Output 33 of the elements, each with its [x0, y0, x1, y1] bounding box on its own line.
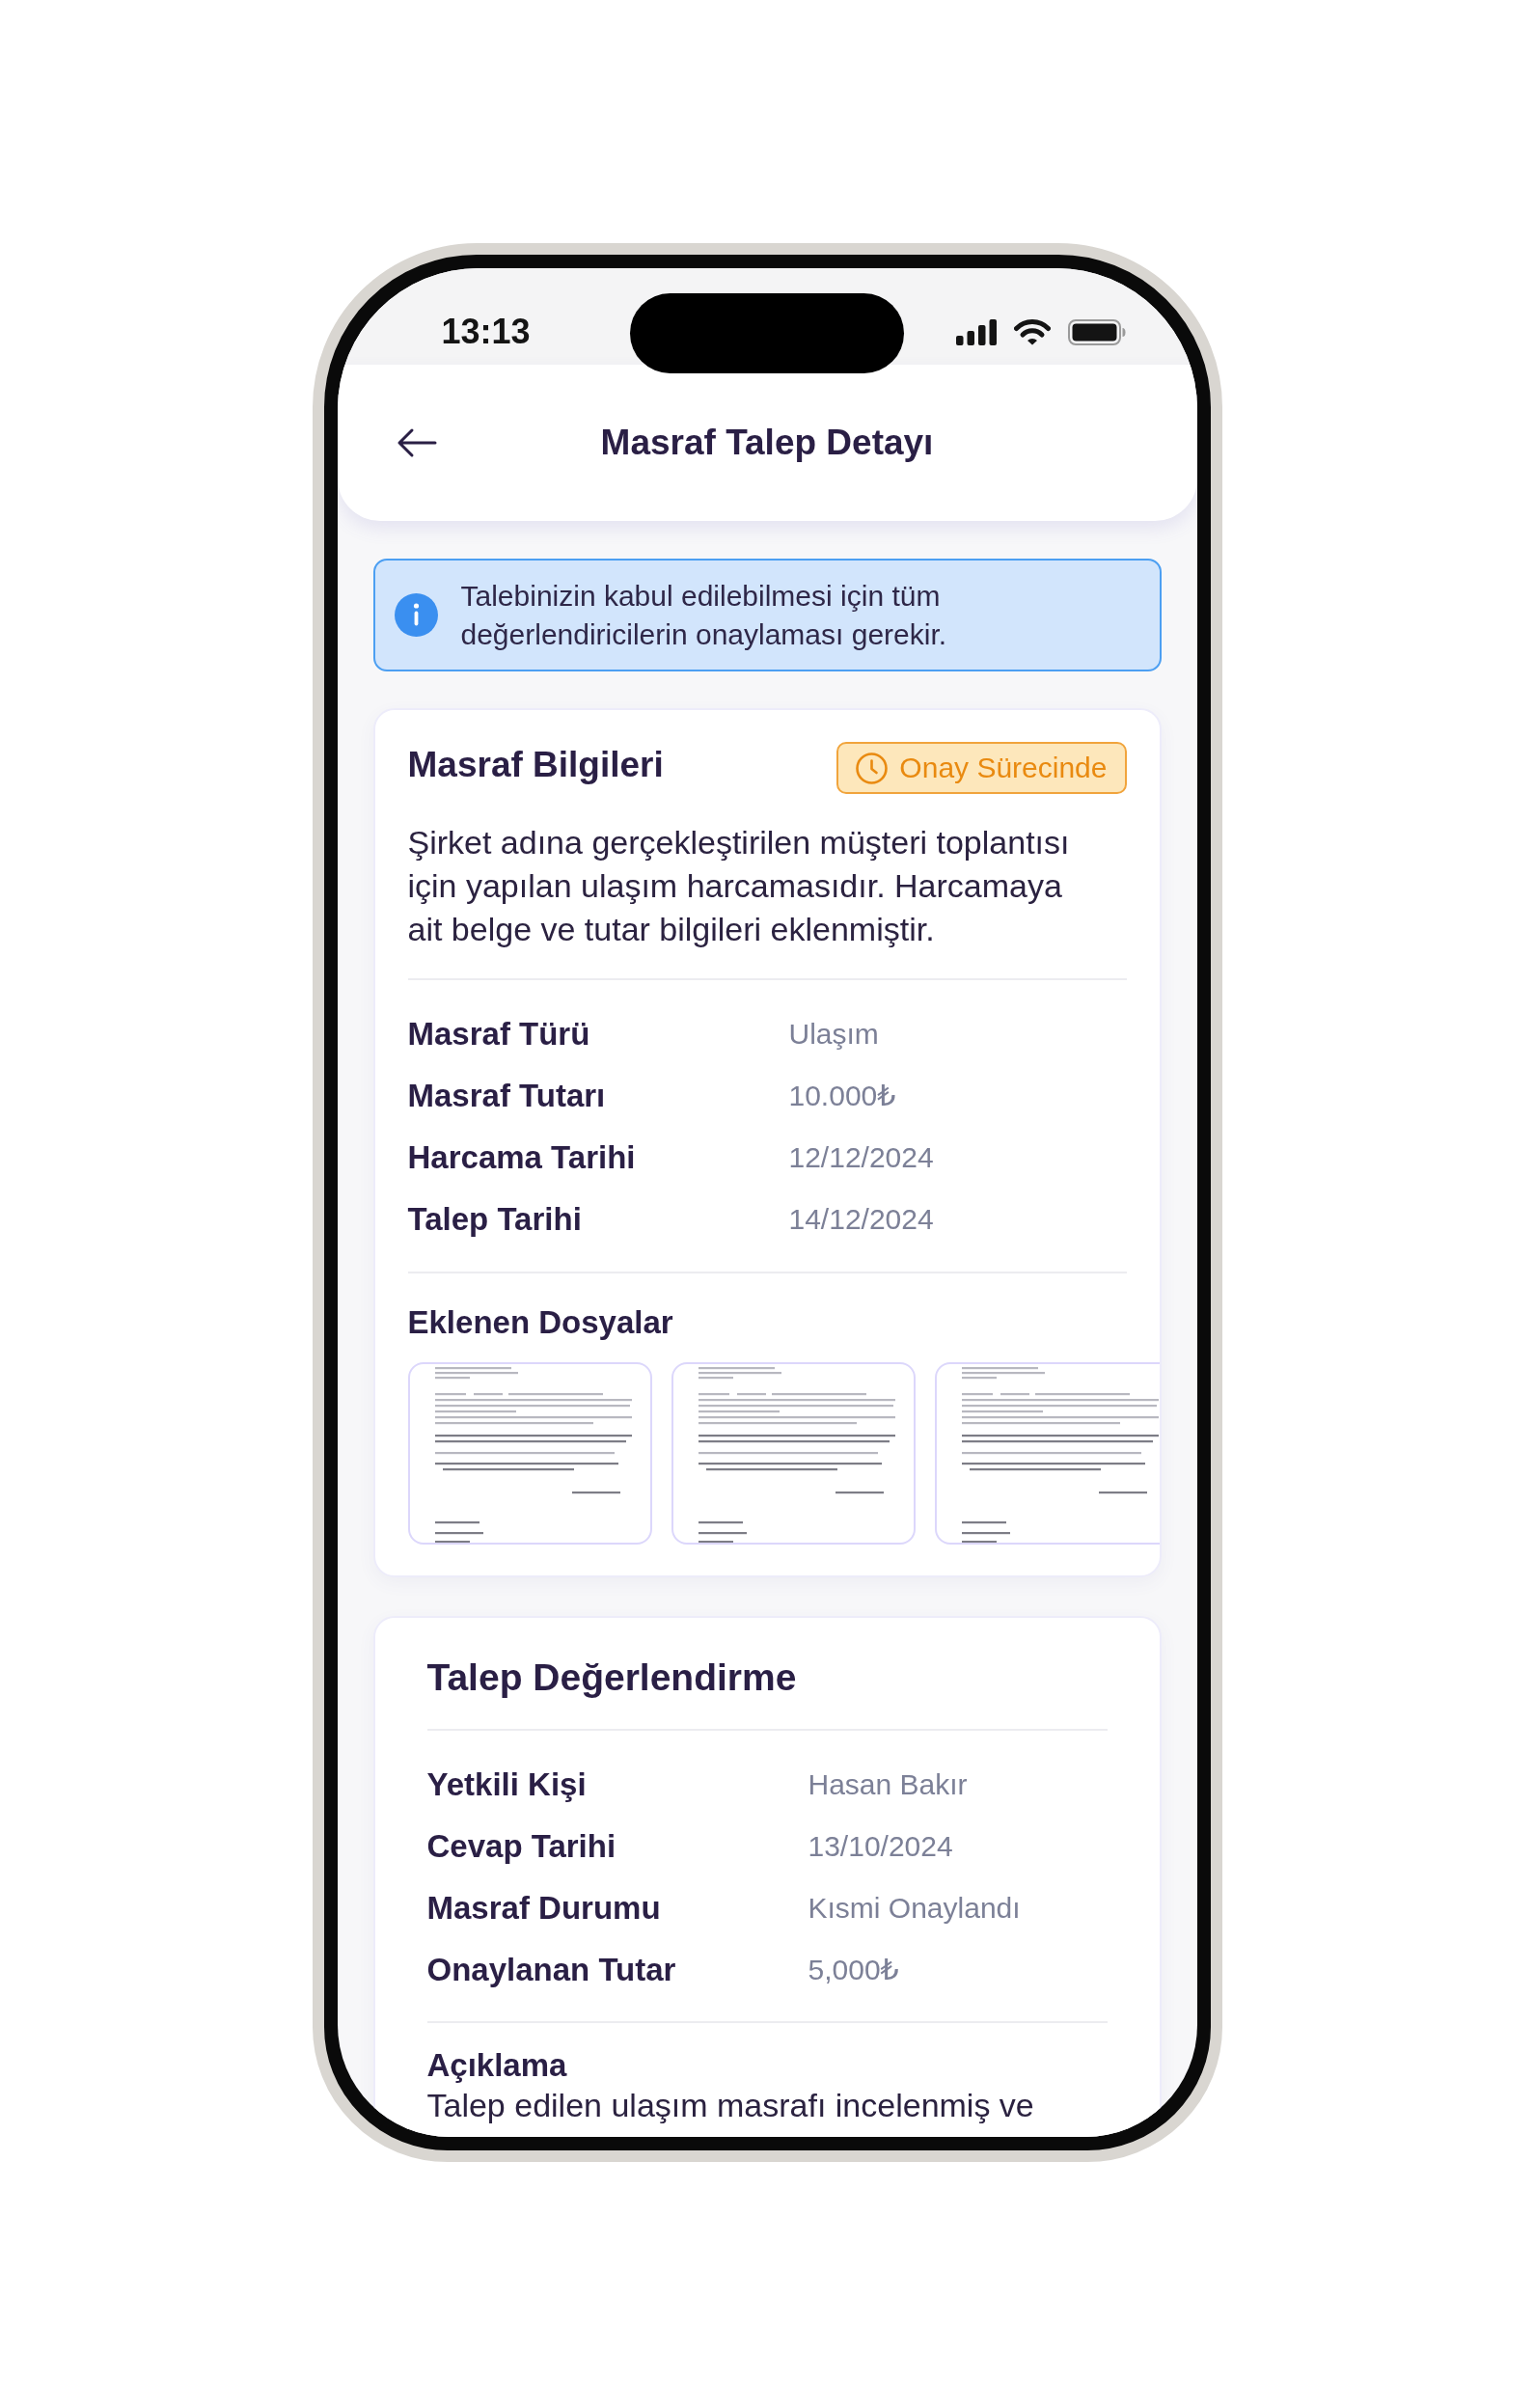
back-button[interactable] [396, 427, 437, 458]
detail-value: 10.000₺ [788, 1079, 896, 1113]
detail-value: Kısmi Onaylandı [808, 1891, 1021, 1926]
detail-label: Onaylanan Tutar [426, 1951, 676, 1989]
detail-label: Cevap Tarihi [426, 1827, 616, 1866]
status-time: 13:13 [441, 312, 531, 352]
expense-description: Şirket adına gerçekleştirilen müşteri toplantısı için yapılan ulaşım harcamasıdır. Harcamaya ait belge ve tutar bilgileri eklenmiştir. [407, 823, 1071, 949]
wifi-icon [1013, 318, 1051, 345]
info-icon [394, 593, 438, 637]
clock-icon [856, 752, 889, 784]
section-title: Açıklama [426, 2046, 567, 2085]
detail-value: 12/12/2024 [788, 1140, 934, 1175]
status-text: Onay Sürecinde [899, 751, 1108, 785]
detail-label: Masraf Türü [407, 1015, 590, 1054]
section-title: Eklenen Dosyalar [407, 1303, 673, 1342]
detail-label: Masraf Durumu [426, 1889, 661, 1928]
back-arrow-icon [396, 427, 437, 458]
page-title: Masraf Talep Detayı [600, 422, 934, 464]
evaluation-note: Talep edilen ulaşım masrafı incelenmiş ve [426, 2087, 1034, 2123]
detail-label: Talep Tarihi [407, 1200, 582, 1239]
detail-label: Yetkili Kişi [426, 1765, 587, 1804]
card-title: Masraf Bilgileri [407, 744, 664, 786]
detail-value: 14/12/2024 [788, 1202, 934, 1237]
card-title: Talep Değerlendirme [426, 1656, 797, 1700]
detail-value: Hasan Bakır [808, 1767, 968, 1802]
detail-value: Ulaşım [788, 1017, 879, 1052]
battery-icon [1067, 318, 1126, 345]
signal-icon [955, 318, 997, 345]
detail-label: Harcama Tarihi [407, 1138, 636, 1177]
detail-value: 5,000₺ [808, 1953, 899, 1987]
detail-value: 13/10/2024 [808, 1829, 953, 1864]
info-text: Talebinizin kabul edilebilmesi için tüm değerlendiricilerin onaylaması gerekir. [460, 578, 948, 652]
detail-label: Masraf Tutarı [407, 1077, 606, 1115]
